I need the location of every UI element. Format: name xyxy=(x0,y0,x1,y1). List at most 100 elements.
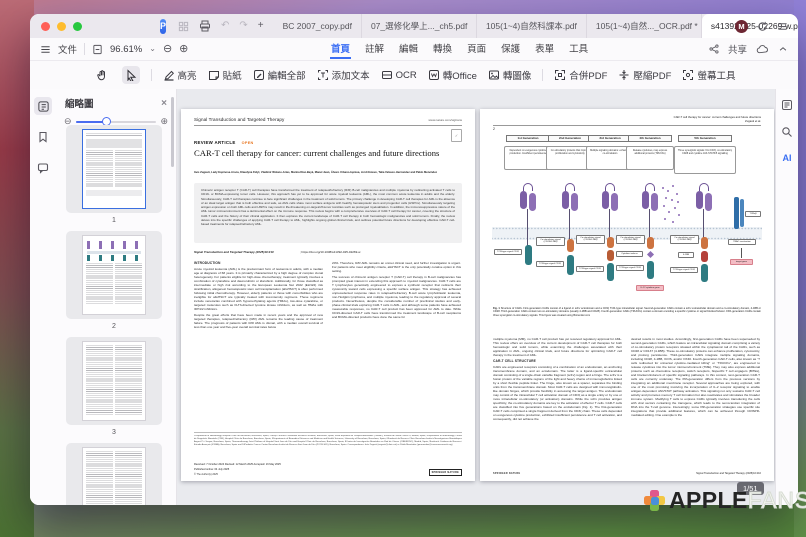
fit-page-icon[interactable] xyxy=(92,44,103,55)
sync-icon[interactable] xyxy=(757,21,768,32)
applefans-logo-icon xyxy=(644,490,666,512)
zoom-in-button[interactable]: ⊕ xyxy=(179,44,188,55)
edit-all-tool[interactable]: 編輯全部 xyxy=(253,68,306,82)
figure-label: TCR-type signal CD3ζ xyxy=(670,267,698,273)
highlight-icon xyxy=(163,69,175,81)
publisher-stamp: ✓ xyxy=(451,129,462,142)
titlebar-quick-icons: ↶ ↷ + xyxy=(178,20,264,32)
divider xyxy=(84,43,85,55)
merge-pdf-tool[interactable]: 合併PDF xyxy=(554,68,607,82)
document-tabs: BC 2007_copy.pdf 07_選修化學上..._ch5.pdf 105… xyxy=(274,14,798,38)
generation-desc: Dependent on exogenous cytokine producti… xyxy=(504,146,552,170)
thumbnail-page-1[interactable] xyxy=(66,125,162,213)
add-text-tool[interactable]: 添加文本 xyxy=(317,68,370,82)
search-icon[interactable] xyxy=(781,126,793,138)
affiliations: 1Department of Hematology, Hospital Clín… xyxy=(194,435,462,461)
generation-desc: Three synergistic signals: first CD3ζ, c… xyxy=(674,146,736,174)
sticker-tool[interactable]: 貼紙 xyxy=(208,68,242,82)
menu-tools[interactable]: 工具 xyxy=(568,39,589,59)
generation-desc: Release cytokines, may express additiona… xyxy=(626,146,674,170)
menu-edit[interactable]: 編輯 xyxy=(398,39,419,59)
section-heading: CAR-T CELL STRUCTURE xyxy=(493,359,622,363)
car-stalk xyxy=(569,209,570,241)
bookmarks-panel-button[interactable] xyxy=(34,128,52,146)
redo-icon[interactable]: ↷ xyxy=(239,21,247,31)
figure-label: Co-stimulatory signal (CD28/4-1BB) xyxy=(616,235,645,244)
menu-annotate[interactable]: 註解 xyxy=(364,39,385,59)
cd3-signal-domain xyxy=(567,255,574,275)
zoom-caret-icon[interactable]: ⌄ xyxy=(149,45,156,53)
cloud-icon[interactable] xyxy=(756,44,769,55)
figure-label: TCR-type signal CD3ζ xyxy=(536,261,564,267)
tab-document-4[interactable]: 105(1~4)自然..._OCR.pdf * xyxy=(587,14,702,38)
fullscreen-window-button[interactable] xyxy=(73,22,82,31)
figure-label: Co-stimulatory signal (CD28/4-1BB) xyxy=(536,237,565,246)
toolbar: 高亮 貼紙 編輯全部 添加文本 OCR 轉Office 轉圖像 合併PDF 壓縮… xyxy=(30,61,798,90)
undo-icon[interactable]: ↶ xyxy=(221,21,229,31)
to-office-tool[interactable]: 轉Office xyxy=(428,68,477,82)
car-ectodomain xyxy=(705,193,712,211)
app-icon: P xyxy=(160,19,166,34)
document-view[interactable]: Signal Transduction and Targeted Therapy… xyxy=(177,89,775,505)
menu-page[interactable]: 頁面 xyxy=(466,39,487,59)
menu-protect[interactable]: 保護 xyxy=(500,39,521,59)
car-ectodomain xyxy=(696,191,703,209)
account-avatar[interactable]: M xyxy=(735,20,748,33)
panel-scrollbar[interactable] xyxy=(171,97,174,167)
text-column-1: INTRODUCTION Acute myeloid leukemia (AML… xyxy=(194,261,323,429)
car-hinge xyxy=(645,183,655,191)
share-button[interactable]: 共享 xyxy=(728,42,747,56)
generation-title: 5th Generation xyxy=(678,135,732,142)
running-header: CAR-T cell therapy for cancer: current c… xyxy=(493,116,761,124)
select-tool-button[interactable] xyxy=(122,66,140,84)
pdf-page-2: CAR-T cell therapy for cancer: current c… xyxy=(480,109,774,481)
thumbnails-panel-button[interactable] xyxy=(34,97,52,115)
car-ectodomain xyxy=(602,191,609,209)
hand-tool-button[interactable] xyxy=(93,66,111,84)
to-image-tool[interactable]: 轉圖像 xyxy=(488,68,532,82)
generation-title: 3rd Generation xyxy=(588,135,632,142)
pdf-page-1: Signal Transduction and Targeted Therapy… xyxy=(181,109,475,481)
car-hinge xyxy=(565,183,575,191)
close-window-button[interactable] xyxy=(41,22,50,31)
received-dates: Received: 7 October 2024 Revised: 12 Mar… xyxy=(194,463,281,466)
tab-document-2[interactable]: 07_選修化學上..._ch5.pdf xyxy=(362,14,477,38)
tab-document-1[interactable]: BC 2007_copy.pdf xyxy=(274,14,362,38)
grid-view-icon[interactable] xyxy=(178,21,189,32)
car-stalk xyxy=(703,209,704,239)
compress-icon xyxy=(618,69,630,81)
figure-caption: Fig. 1 Structure of CARs. First-generati… xyxy=(493,307,761,317)
generation-title: 4th Generation xyxy=(628,135,672,142)
file-menu-button[interactable]: 文件 xyxy=(58,42,77,56)
print-icon[interactable] xyxy=(199,20,211,32)
menu-forms[interactable]: 表單 xyxy=(534,39,555,59)
figure-label: Co-stimulatory signal (CD28/4-1BB) xyxy=(576,235,605,244)
figure-label: TCR-type signal CD3ζ xyxy=(576,266,604,272)
merge-icon xyxy=(554,69,566,81)
collapse-toolbar-icon[interactable] xyxy=(778,44,788,54)
highlight-tool[interactable]: 高亮 xyxy=(163,68,197,82)
thumbnail-page-4[interactable] xyxy=(66,443,162,505)
thumbnail-page-3[interactable] xyxy=(66,337,162,425)
left-icon-rail xyxy=(30,89,56,505)
thumbnail-page-2[interactable] xyxy=(66,231,162,319)
watermark-text-light: FANS xyxy=(748,487,806,514)
properties-panel-icon[interactable] xyxy=(781,99,793,111)
divider xyxy=(194,432,462,433)
titlebar-add-icon[interactable]: + xyxy=(258,21,264,31)
ai-assistant-button[interactable]: AI xyxy=(783,153,792,163)
tab-document-3[interactable]: 105(1~4)自然科課本.pdf xyxy=(477,14,587,38)
panel-close-icon[interactable]: × xyxy=(161,98,167,109)
zoom-out-button[interactable]: ⊖ xyxy=(163,44,172,55)
menu-icon[interactable] xyxy=(777,21,788,32)
menu-convert[interactable]: 轉換 xyxy=(432,39,453,59)
ocr-tool[interactable]: OCR xyxy=(381,69,417,81)
car-ectodomain xyxy=(642,191,649,209)
screen-tools-tool[interactable]: 螢幕工具 xyxy=(682,68,735,82)
annotations-panel-button[interactable] xyxy=(34,159,52,177)
zoom-level-value[interactable]: 96.61% xyxy=(110,44,142,55)
figure-label: TCR-type signal CD3ζ xyxy=(494,249,522,255)
minimize-window-button[interactable] xyxy=(57,22,66,31)
compress-pdf-tool[interactable]: 壓縮PDF xyxy=(618,68,671,82)
menu-home[interactable]: 首頁 xyxy=(330,39,351,59)
